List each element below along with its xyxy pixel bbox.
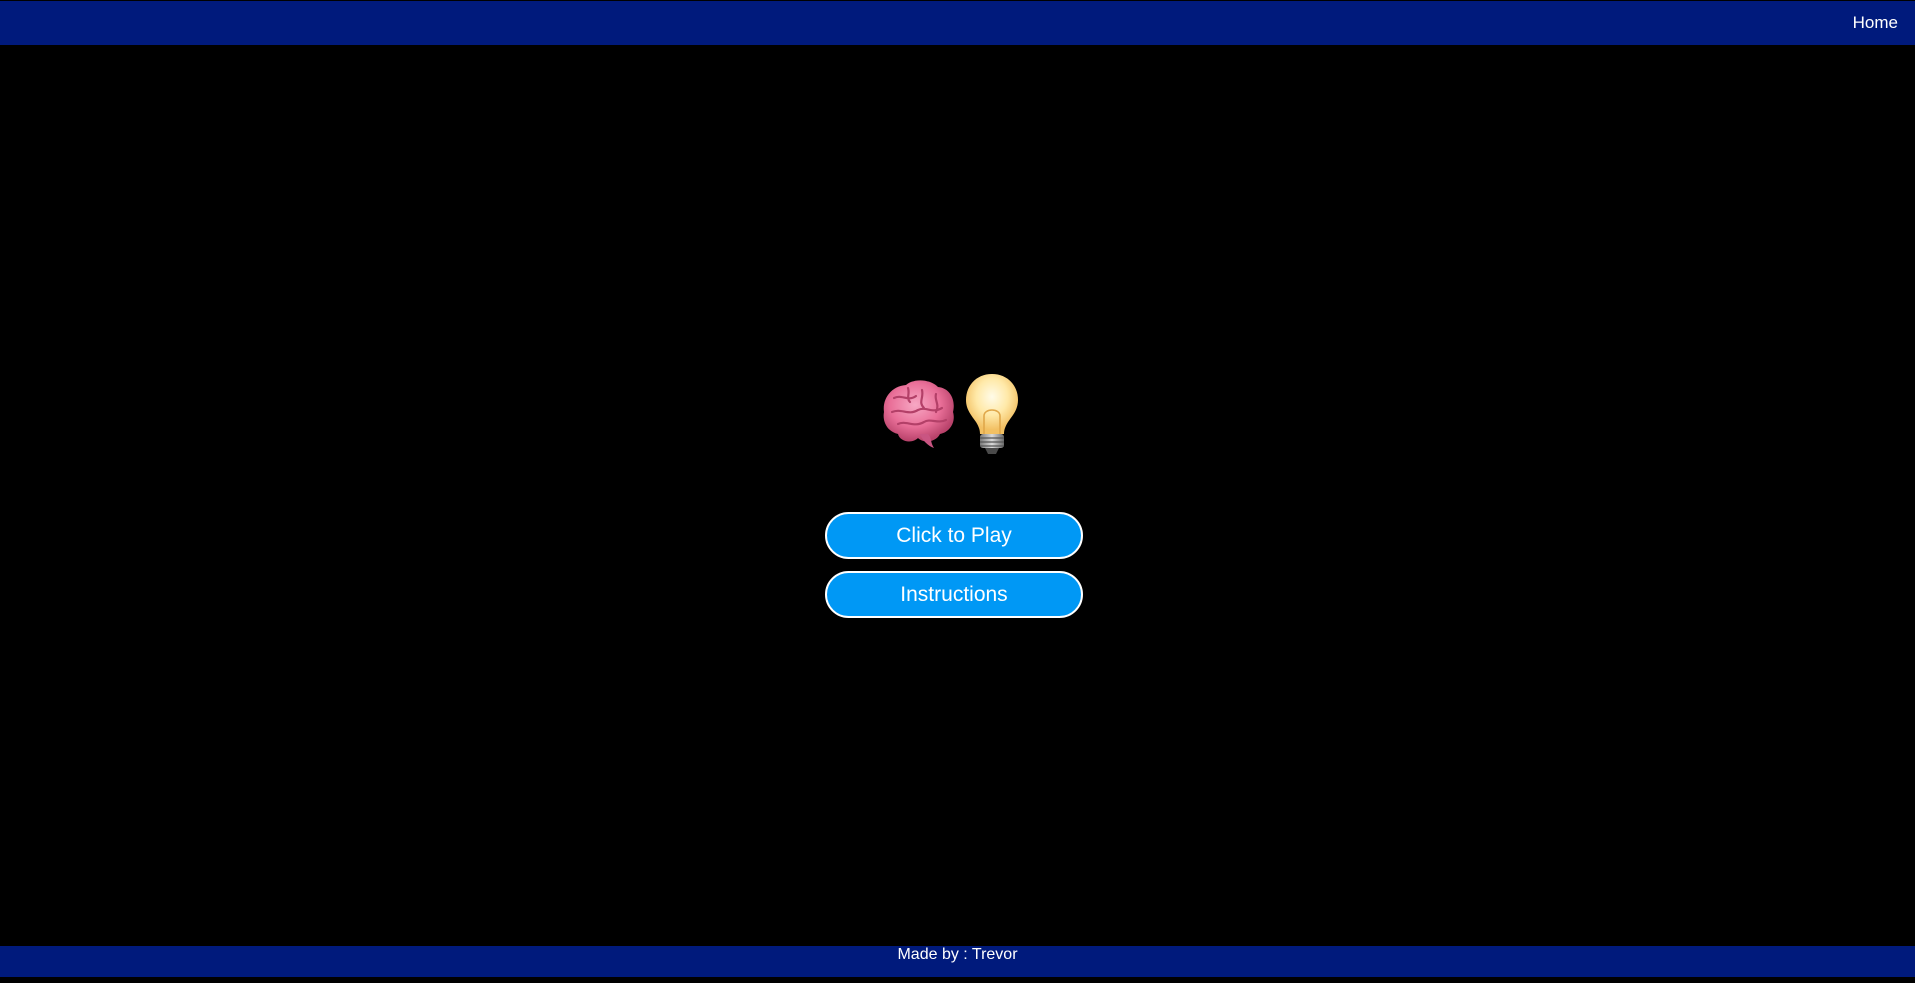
nav-home-link[interactable]: Home [1853, 13, 1898, 33]
brain-icon [883, 380, 954, 448]
lightbulb-icon [966, 374, 1018, 454]
top-nav-bar: Home [0, 1, 1915, 45]
hero-icons-graphic [883, 374, 1018, 454]
footer-bar: Made by : Trevor [0, 946, 1915, 977]
hero-icons [878, 368, 1018, 458]
instructions-button[interactable]: Instructions [825, 571, 1083, 618]
play-button[interactable]: Click to Play [825, 512, 1083, 559]
footer-credit: Made by : Trevor [897, 946, 1018, 963]
